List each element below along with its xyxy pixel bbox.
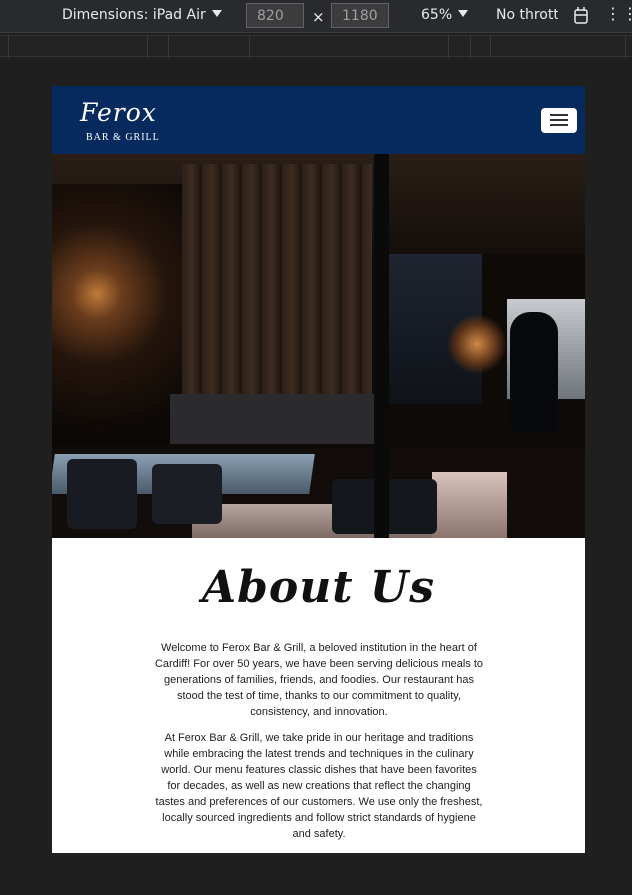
chevron-down-icon — [458, 10, 469, 17]
hamburger-icon-bar — [550, 119, 568, 121]
logo[interactable]: Ferox — [80, 98, 157, 127]
about-section: About Us Welcome to Ferox Bar & Grill, a… — [52, 538, 585, 853]
about-paragraph-2: At Ferox Bar & Grill, we take pride in o… — [155, 732, 483, 840]
width-input[interactable] — [246, 3, 304, 28]
site-header: Ferox BAR & GRILL — [52, 86, 585, 154]
zoom-select[interactable]: 65% — [421, 7, 469, 23]
rotate-icon[interactable] — [573, 7, 589, 25]
logo-subtitle: BAR & GRILL — [86, 132, 160, 143]
dimensions-label: Dimensions: iPad Air — [62, 7, 206, 23]
media-query-ruler — [0, 35, 632, 58]
about-paragraph-1: Welcome to Ferox Bar & Grill, a beloved … — [154, 642, 484, 718]
times-icon: × — [312, 8, 325, 26]
zoom-label: 65% — [421, 7, 453, 23]
about-title: About Us — [201, 562, 436, 613]
hamburger-menu-button[interactable] — [541, 108, 577, 133]
devtools-device-toolbar: Dimensions: iPad Air × 65% No throttling… — [0, 0, 632, 33]
dimensions-select[interactable]: Dimensions: iPad Air — [62, 7, 222, 23]
height-input[interactable] — [331, 3, 389, 28]
more-icon[interactable]: ⋮⋮⋮ — [605, 4, 632, 23]
throttle-select[interactable]: No throttling — [496, 7, 558, 23]
device-viewport: Ferox BAR & GRILL About Us Welcome to Fe… — [52, 86, 585, 853]
chevron-down-icon — [211, 10, 222, 17]
hero-image — [52, 154, 585, 538]
hamburger-icon-bar — [550, 124, 568, 126]
hamburger-icon — [550, 114, 568, 116]
